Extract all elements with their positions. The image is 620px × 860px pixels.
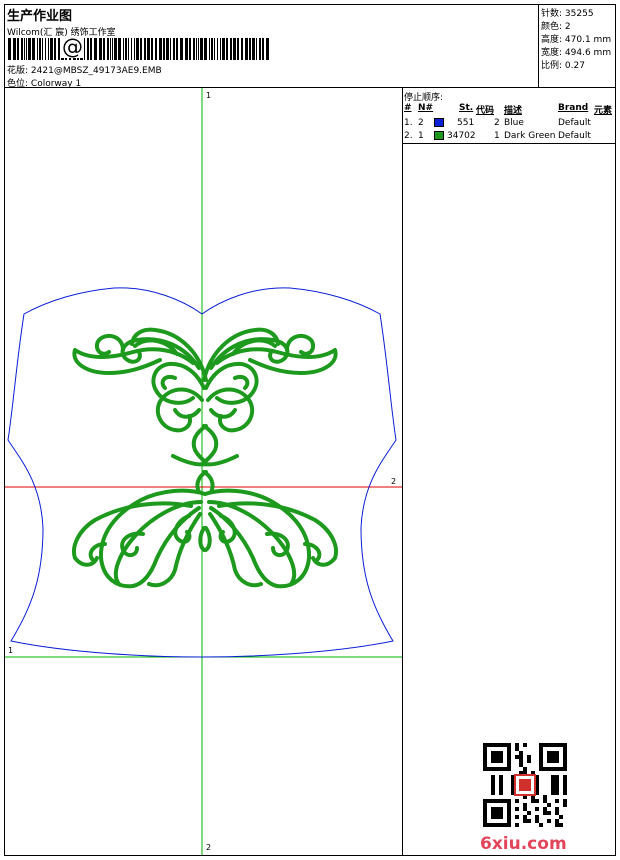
table-divider xyxy=(403,143,615,144)
stat-colors-value: 2 xyxy=(564,22,571,32)
stat-stitches-label: 针数: xyxy=(541,9,563,19)
design-file-line: 花版: 2421@MBSZ_49173AE9.EMB xyxy=(7,63,162,76)
stat-stitches-value: 35255 xyxy=(564,9,594,19)
design-drawing xyxy=(5,88,402,855)
embroidery-motif-right xyxy=(202,327,338,589)
row-stitches: 34702 xyxy=(447,131,476,141)
stat-scale-label: 比例: xyxy=(541,61,563,71)
row-code: 1 xyxy=(494,131,500,141)
barcode xyxy=(8,38,269,60)
watermark-logo: 6xiu.com xyxy=(480,834,567,854)
design-file-label: 花版: xyxy=(7,66,29,76)
stat-height-value: 470.1 mm xyxy=(564,35,612,45)
stat-stitches: 针数: 35255 xyxy=(541,6,594,19)
row-brand: Default xyxy=(558,131,591,141)
axis-label-top: 1 xyxy=(206,91,212,100)
thread-swatch xyxy=(434,131,444,140)
stop-sequence-panel: 停止顺序: # N# St. 代码 描述 Brand 元素 1. 2 551 2… xyxy=(403,88,615,855)
stat-scale-value: 0.27 xyxy=(564,61,585,71)
design-file-name: 2421@MBSZ_49173AE9.EMB xyxy=(30,66,162,76)
col-header-seq: # xyxy=(404,103,412,113)
stat-height: 高度: 470.1 mm xyxy=(541,32,611,45)
embroidery-motif-left xyxy=(71,327,208,589)
design-canvas: 1 2 1 2 xyxy=(5,88,403,855)
row-needle: 1 xyxy=(418,131,424,141)
stat-colors: 颜色: 2 xyxy=(541,19,571,32)
row-description: Blue xyxy=(504,118,524,128)
axis-label-bottom: 2 xyxy=(206,843,212,852)
page-title: 生产作业图 xyxy=(7,9,73,24)
col-header-element: 元素 xyxy=(594,106,613,116)
row-description: Dark Green xyxy=(504,131,556,141)
stat-width-label: 宽度: xyxy=(541,48,563,58)
stop-sequence-title: 停止顺序: xyxy=(404,93,444,103)
col-header-needle: N# xyxy=(418,103,434,113)
row-seq: 1. xyxy=(404,118,413,128)
stat-width-value: 494.6 mm xyxy=(564,48,612,58)
axis-label-left: 1 xyxy=(8,646,14,655)
row-seq: 2. xyxy=(404,131,413,141)
production-worksheet: 生产作业图 Wilcom(汇 宸) 绣饰工作室 @ 花版: 2421@MBSZ_… xyxy=(4,4,616,856)
stat-height-label: 高度: xyxy=(541,35,563,45)
thread-swatch xyxy=(434,118,444,127)
row-brand: Default xyxy=(558,118,591,128)
col-header-description: 描述 xyxy=(504,106,523,116)
barcode-at-symbol: @ xyxy=(61,35,84,59)
stat-colors-label: 颜色: xyxy=(541,22,563,32)
header-left: 生产作业图 Wilcom(汇 宸) 绣饰工作室 @ 花版: 2421@MBSZ_… xyxy=(5,5,539,89)
col-header-code: 代码 xyxy=(476,106,495,116)
row-stitches: 551 xyxy=(457,118,475,128)
axis-label-right: 2 xyxy=(391,477,397,486)
qr-code xyxy=(483,743,567,827)
stat-width: 宽度: 494.6 mm xyxy=(541,45,611,58)
col-header-stitches: St. xyxy=(459,103,474,113)
design-stats: 针数: 35255 颜色: 2 高度: 470.1 mm 宽度: 494.6 m… xyxy=(539,5,615,88)
row-needle: 2 xyxy=(418,118,424,128)
row-code: 2 xyxy=(494,118,500,128)
col-header-brand: Brand xyxy=(558,103,589,113)
stat-scale: 比例: 0.27 xyxy=(541,58,585,71)
